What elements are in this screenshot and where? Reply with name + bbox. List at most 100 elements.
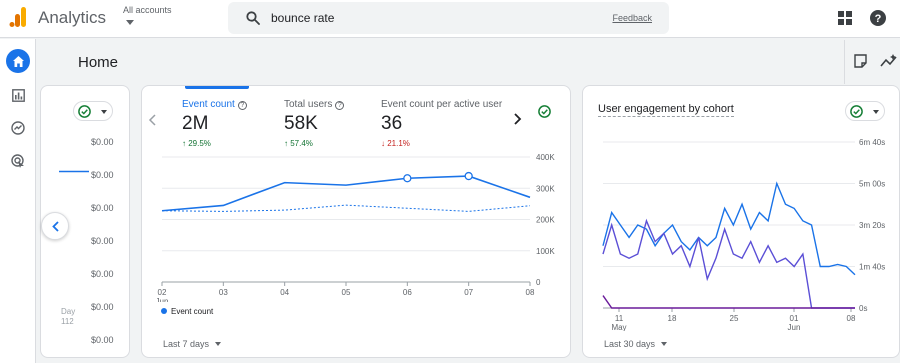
revenue-tick: $0.00 (91, 170, 114, 180)
metric-label: Event count (182, 99, 235, 110)
metrics-card: Event count? 2M ↑ 29.5% Total users? 58K… (141, 85, 571, 358)
x-tick-label: 04 (280, 288, 289, 297)
metric-tab-events-per-user[interactable]: Event count per active user 36 ↓ 21.1% (381, 99, 502, 148)
left-nav-rail (0, 39, 36, 363)
chevron-right-icon[interactable] (514, 113, 522, 125)
insights-icon[interactable] (880, 54, 898, 68)
data-point (403, 174, 412, 183)
search-bar[interactable]: bounce rate Feedback (228, 2, 669, 34)
cohort-series-line (602, 295, 855, 309)
account-dropdown-icon[interactable] (126, 20, 134, 25)
nav-home[interactable] (6, 49, 30, 73)
metric-delta: 21.1% (387, 139, 410, 148)
date-range-selector[interactable]: Last 30 days (604, 339, 668, 349)
x-tick-label: 08 (847, 314, 856, 323)
chevron-down-icon (215, 342, 222, 346)
x-tick-label: 07 (464, 288, 473, 297)
y-tick-label: 1m 40s (859, 263, 885, 272)
metric-delta: 29.5% (188, 139, 211, 148)
top-bar: Analytics All accounts bounce rate Feedb… (0, 0, 900, 38)
chevron-down-icon (101, 110, 107, 114)
help-icon[interactable]: ? (870, 10, 886, 26)
metric-value: 58K (284, 113, 318, 134)
cohort-card: User engagement by cohort 6m 40s 5m 00s 3m… (582, 85, 900, 358)
chevron-left-icon[interactable] (148, 114, 156, 126)
chart-legend: Event count (161, 307, 213, 316)
revenue-line (59, 170, 89, 173)
x-tick-sublabel: Jun (156, 297, 169, 302)
date-range-selector[interactable]: Last 7 days (163, 339, 222, 349)
metric-delta: 57.4% (290, 139, 313, 148)
header-divider (844, 40, 845, 84)
day-value: 112 (61, 317, 74, 326)
comparison-chip[interactable] (845, 101, 885, 121)
y-tick-label: 200K (536, 216, 555, 225)
x-tick-label: 11 (615, 314, 624, 323)
y-tick-label: 400K (536, 153, 555, 162)
x-tick-label: 08 (526, 288, 535, 297)
account-selector-label[interactable]: All accounts (123, 5, 172, 15)
x-tick-label: 25 (730, 314, 739, 323)
chevron-left-icon (51, 220, 59, 232)
legend-dot (161, 308, 167, 314)
y-tick-label: 300K (536, 184, 555, 193)
search-input[interactable]: bounce rate (271, 11, 334, 25)
analytics-logo-icon[interactable] (9, 7, 27, 27)
info-icon[interactable]: ? (237, 101, 247, 110)
revenue-tick: $0.00 (91, 203, 114, 213)
page-title: Home (78, 54, 119, 71)
revenue-tick: $0.00 (91, 335, 114, 345)
date-range-label: Last 7 days (163, 339, 210, 349)
apps-grid-icon[interactable] (838, 11, 852, 25)
previous-card-button[interactable] (41, 212, 69, 240)
legend-label: Event count (171, 307, 214, 316)
app-title: Analytics (38, 8, 107, 27)
chevron-down-icon (873, 110, 879, 114)
bar-chart-icon (11, 88, 25, 102)
nav-advertising[interactable] (6, 149, 30, 173)
search-icon (246, 11, 260, 25)
y-tick-label: 0s (859, 304, 867, 313)
info-icon[interactable]: ? (335, 101, 345, 110)
feedback-link[interactable]: Feedback (612, 13, 652, 23)
y-tick-label: 3m 20s (859, 221, 885, 230)
date-range-label: Last 30 days (604, 339, 656, 349)
revenue-tick: $0.00 (91, 269, 114, 279)
x-tick-label: 05 (342, 288, 351, 297)
active-tab-indicator (185, 86, 249, 89)
revenue-tick: $0.00 (91, 137, 114, 147)
x-tick-label: 03 (219, 288, 228, 297)
check-circle-icon (538, 105, 551, 118)
x-tick-label: 02 (158, 288, 167, 297)
metric-label: Total users (284, 99, 333, 110)
card-title[interactable]: User engagement by cohort (598, 103, 734, 117)
x-tick-label: 01 (790, 314, 799, 323)
cohort-series-line (602, 181, 856, 276)
cohort-series-line (602, 218, 855, 309)
metric-tab-event-count[interactable]: Event count? 2M ↑ 29.5% (182, 99, 247, 148)
y-tick-label: 6m 40s (859, 138, 885, 147)
target-icon (11, 154, 24, 168)
home-icon (12, 55, 24, 67)
chevron-down-icon (661, 342, 668, 346)
x-tick-sublabel: May (611, 323, 626, 331)
cohort-chart: 6m 40s 5m 00s 3m 20s 1m 40s 0s 11May 18 25 01Jun… (602, 138, 885, 331)
comparison-check-chip[interactable] (534, 102, 554, 122)
svg-text:?: ? (875, 13, 882, 25)
metric-label: Event count per active user (381, 99, 503, 110)
x-tick-sublabel: Jun (788, 323, 801, 331)
data-point (464, 171, 473, 181)
metric-value: 2M (182, 113, 209, 134)
x-tick-label: 06 (403, 288, 412, 297)
check-circle-icon (850, 105, 863, 118)
revenue-tick: $0.00 (91, 302, 114, 312)
revenue-tick: $0.00 (91, 236, 114, 246)
nav-reports[interactable] (6, 83, 30, 107)
notes-icon[interactable] (854, 54, 867, 68)
metric-tab-total-users[interactable]: Total users? 58K ↑ 57.4% (284, 99, 345, 148)
x-tick-label: 18 (668, 314, 677, 323)
comparison-chip[interactable] (73, 101, 113, 121)
y-tick-label: 0 (536, 278, 541, 287)
nav-explore[interactable] (6, 116, 30, 140)
check-circle-icon (78, 105, 91, 118)
